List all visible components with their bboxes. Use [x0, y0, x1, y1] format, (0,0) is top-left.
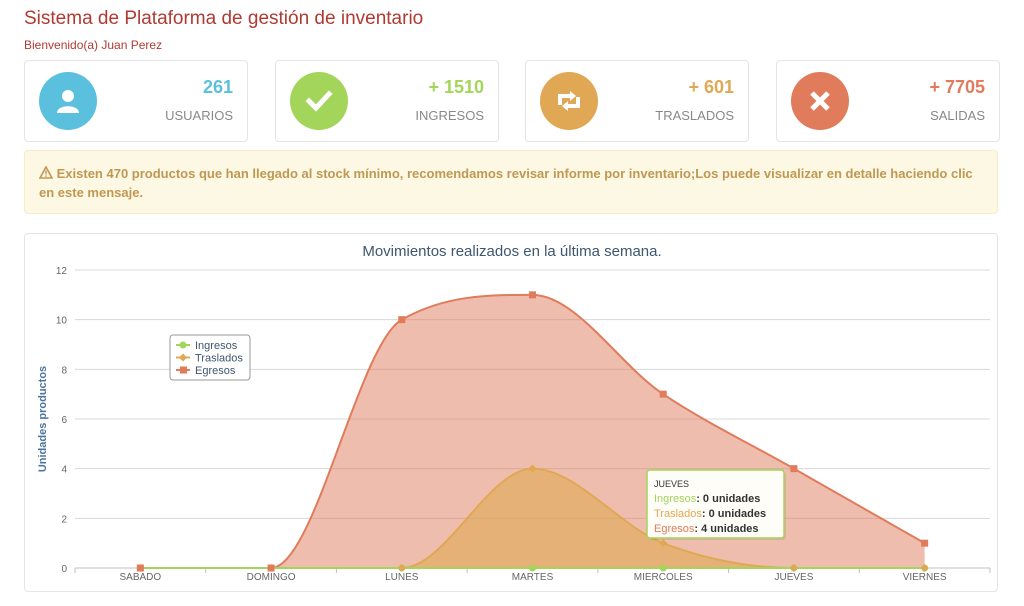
x-tick-label: VIERNES [903, 572, 947, 583]
legend-label: Egresos [195, 365, 236, 377]
legend-marker [179, 341, 187, 349]
tooltip-row: Egresos: 4 unidades [654, 523, 759, 535]
data-point [529, 291, 536, 299]
y-tick-label: 2 [61, 514, 67, 525]
y-axis-label: Unidades productos [37, 366, 49, 472]
data-point [267, 564, 275, 572]
tooltip-title: JUEVES [654, 479, 689, 489]
data-point [659, 390, 667, 398]
data-point [921, 539, 929, 547]
legend-label: Ingresos [195, 340, 238, 352]
data-point [529, 564, 536, 572]
y-tick-label: 10 [56, 316, 68, 327]
y-tick-label: 8 [61, 365, 67, 376]
tooltip-series-value: : 0 unidades [702, 508, 766, 520]
tooltip-series-name: Traslados [654, 508, 702, 520]
tooltip-series-name: Ingresos [654, 493, 697, 505]
data-point [398, 316, 406, 324]
legend-marker [180, 366, 187, 374]
tooltip-series-value: : 0 unidades [696, 493, 760, 505]
tooltip-row: Ingresos: 0 unidades [654, 493, 760, 505]
data-point [790, 465, 798, 473]
chart-title: Movimientos realizados en la última sema… [362, 243, 661, 260]
tooltip-series-value: : 4 unidades [694, 523, 758, 535]
x-tick-label: MIERCOLES [634, 572, 693, 583]
y-tick-label: 0 [61, 564, 67, 575]
x-tick-label: MARTES [512, 572, 554, 583]
x-tick-label: JUEVES [774, 572, 813, 583]
y-tick-label: 4 [61, 465, 67, 476]
x-tick-label: DOMINGO [247, 572, 296, 583]
tooltip-row: Traslados: 0 unidades [654, 508, 766, 520]
y-tick-label: 6 [61, 415, 67, 426]
y-tick-label: 12 [56, 266, 68, 277]
x-tick-label: LUNES [385, 572, 419, 583]
movements-chart: Movimientos realizados en la última sema… [37, 243, 991, 583]
legend-label: Traslados [195, 353, 243, 365]
data-point [136, 564, 144, 572]
tooltip-series-name: Egresos [654, 523, 695, 535]
x-tick-label: SABADO [120, 572, 162, 583]
data-point [659, 564, 667, 572]
